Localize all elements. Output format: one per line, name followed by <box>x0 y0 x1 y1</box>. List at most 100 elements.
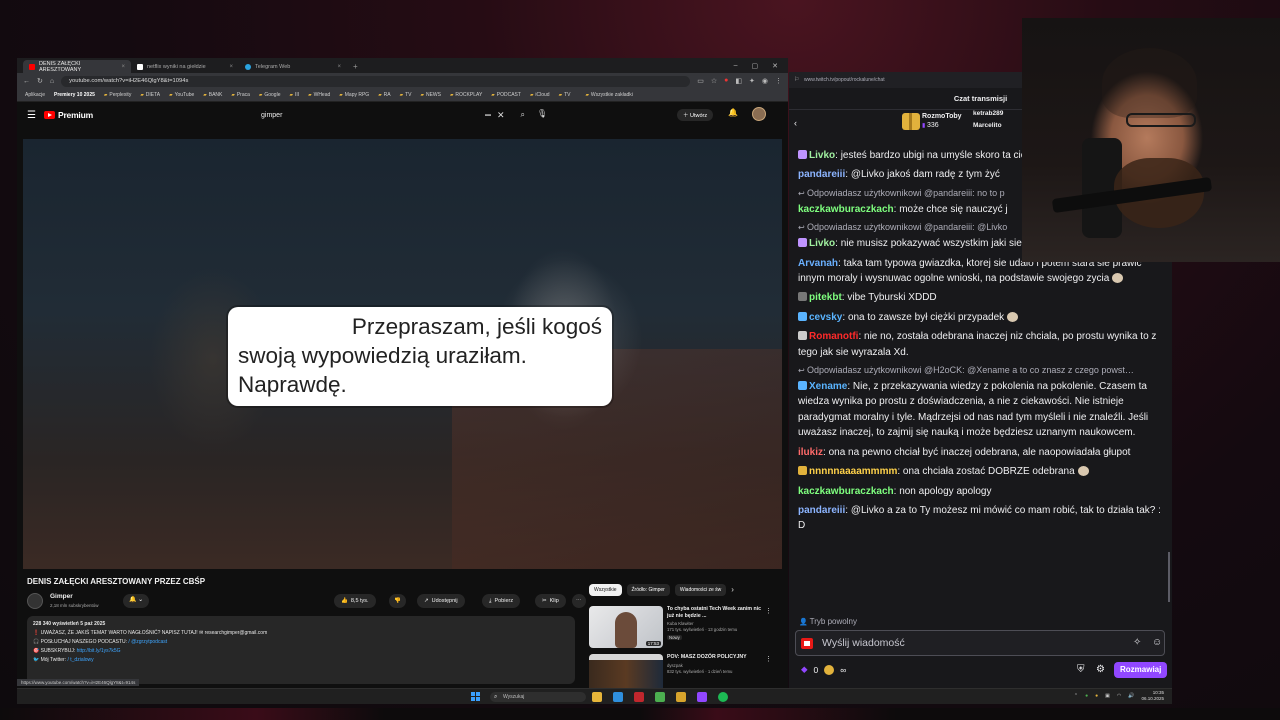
microphone-icon[interactable]: 🎙 <box>537 109 547 118</box>
channel-badge-icon[interactable] <box>801 638 813 649</box>
subscribed-bell-button[interactable]: 🔔 ⌄ <box>123 594 150 608</box>
taskbar-search[interactable]: Wyszukaj <box>490 692 586 702</box>
chat-username[interactable]: pitekbt <box>809 292 842 303</box>
video-thumbnail[interactable]: 17:53 <box>589 606 663 648</box>
wifi-icon[interactable]: ◠ <box>1117 693 1121 699</box>
chat-message[interactable]: pandareiii: @Livko a za to Ty możesz mi … <box>798 503 1164 534</box>
user-badge-icon[interactable] <box>798 150 807 159</box>
bookmark-item[interactable]: Aplikacje <box>25 92 45 98</box>
search-input[interactable]: gimper ▬ ✕ ⌕ <box>255 107 525 123</box>
chat-send-button[interactable]: Rozmawiaj <box>1114 662 1168 678</box>
user-badge-icon[interactable] <box>798 292 807 302</box>
chat-scrollbar[interactable] <box>1168 552 1170 602</box>
emote-picker-icon[interactable]: ☺ <box>1152 637 1162 648</box>
chat-username[interactable]: cevsky <box>809 312 842 323</box>
home-icon[interactable]: ⌂ <box>50 78 54 85</box>
app-icon[interactable] <box>676 692 686 702</box>
refresh-icon[interactable]: ↻ <box>37 77 43 85</box>
channel-avatar[interactable] <box>27 593 43 609</box>
podcast-link[interactable]: / @zgrzytpodcast <box>128 639 167 645</box>
chat-username[interactable]: kaczkawburaczkach <box>798 204 894 215</box>
download-button[interactable]: ⤓ Pobierz <box>482 594 521 608</box>
chat-message[interactable]: kaczkawburaczkach: non apology apology <box>798 484 1164 499</box>
cast-icon[interactable]: ▭ <box>697 77 704 85</box>
bookmark-item[interactable]: YouTube <box>169 92 195 98</box>
new-tab-button[interactable]: + <box>347 60 364 73</box>
puzzle-icon[interactable]: ✦ <box>749 77 755 85</box>
shield-icon[interactable]: ⛨ <box>1077 664 1085 675</box>
gift-user[interactable]: ketrab289 <box>973 110 1003 117</box>
chip-source[interactable]: Źródło: Gimper <box>626 584 670 596</box>
chat-message-input[interactable]: Wyślij wiadomość ✧ ☺ <box>795 630 1165 656</box>
search-icon[interactable]: ⌕ <box>521 110 525 120</box>
chat-username[interactable]: Xename <box>809 381 847 392</box>
notifications-icon[interactable]: 🔔 <box>728 108 738 117</box>
bookmark-item[interactable]: Perplexity <box>104 92 131 98</box>
bookmark-item[interactable]: Premiery 10 2025 <box>54 92 95 98</box>
bookmark-item[interactable]: III <box>289 92 299 98</box>
app-icon[interactable] <box>634 692 644 702</box>
user-badge-icon[interactable] <box>798 381 807 391</box>
tray-chevron-icon[interactable]: ⌃ <box>1074 693 1078 699</box>
chevron-left-icon[interactable]: ‹ <box>794 118 797 128</box>
bookmark-item[interactable]: BANK <box>203 92 223 98</box>
maximize-icon[interactable]: ▢ <box>752 62 759 70</box>
close-tab-icon[interactable]: × <box>121 64 125 70</box>
chip-news[interactable]: Wiadomości ze św <box>674 584 727 596</box>
chat-username[interactable]: pandareiii <box>798 169 845 180</box>
app-icon[interactable] <box>697 692 707 702</box>
chat-message[interactable]: Romanotfi: nie no, została odebrana inac… <box>798 329 1164 360</box>
profile-icon[interactable]: ◉ <box>762 77 768 85</box>
chat-username[interactable]: nnnnnaaaammmm <box>809 466 897 477</box>
spotify-icon[interactable] <box>718 692 728 702</box>
edge-icon[interactable] <box>613 692 623 702</box>
extension-icon[interactable]: ● <box>724 77 728 85</box>
more-options-icon[interactable]: ⋮ <box>765 607 772 615</box>
recommendation-item[interactable]: 17:53 To chyba ostatni Tech Week zanim n… <box>589 606 774 650</box>
minimize-icon[interactable]: – <box>734 62 738 70</box>
tab-netflix[interactable]: netflix wyniki na giełdzie × <box>131 60 239 73</box>
chat-username[interactable]: Arvanah <box>798 258 838 269</box>
bookmark-item[interactable]: TV <box>400 92 411 98</box>
video-description[interactable]: 228 340 wyświetleń 5 paź 2025 ❗ UWAŻASZ,… <box>27 616 575 684</box>
chat-message[interactable]: ilukiz: ona na pewno chciał być inaczej … <box>798 445 1164 460</box>
bookmark-item[interactable]: RA <box>378 92 391 98</box>
bookmark-item[interactable]: ROCKPLAY <box>450 92 482 98</box>
recommendation-item[interactable]: POV: MASZ DOZÓR POLICYJNY dyszpak 832 tys… <box>589 654 774 688</box>
chat-username[interactable]: ilukiz <box>798 447 823 458</box>
chat-username[interactable]: Livko <box>809 238 835 249</box>
explorer-icon[interactable] <box>592 692 602 702</box>
create-button[interactable]: ＋ Utwórz <box>677 109 714 121</box>
chat-username[interactable]: Romanotfi <box>809 331 858 342</box>
youtube-logo[interactable]: Premium <box>43 110 93 120</box>
subscribe-link[interactable]: http://bit.ly/1ys7k5G <box>77 648 121 654</box>
chat-username[interactable]: kaczkawburaczkach <box>798 486 894 497</box>
more-actions-button[interactable]: ⋯ <box>572 594 586 608</box>
menu-dots-icon[interactable]: ⋮ <box>775 77 782 85</box>
chat-username[interactable]: Livko <box>809 150 835 161</box>
menu-icon[interactable]: ☰ <box>27 110 36 121</box>
bookmark-star-icon[interactable]: ☆ <box>711 77 717 85</box>
chat-username[interactable]: pandareiii <box>798 505 845 516</box>
chat-reply-context[interactable]: Odpowiadasz użytkownikowi @H2oCK: @Xenam… <box>798 364 1164 377</box>
user-badge-icon[interactable] <box>798 331 807 341</box>
windows-start-icon[interactable] <box>471 692 481 702</box>
keyboard-icon[interactable]: ▬ <box>485 112 491 118</box>
avatar[interactable] <box>752 107 766 121</box>
bookmark-item[interactable]: Google <box>259 92 280 98</box>
chevron-right-icon[interactable]: › <box>731 584 734 596</box>
user-badge-icon[interactable] <box>798 238 807 248</box>
channel-points[interactable]: ◆ 0 ∞ <box>801 664 846 675</box>
chrome-icon[interactable] <box>655 692 665 702</box>
extension-icon[interactable]: ◧ <box>735 77 742 85</box>
video-player[interactable]: Przepraszam, jeśli kogoś swoją wypowiedz… <box>23 139 782 569</box>
bookmark-item[interactable]: NEWS <box>420 92 441 98</box>
twitter-link[interactable]: / t_dzialowy <box>67 657 93 663</box>
bookmark-item[interactable]: iCloud <box>530 92 549 98</box>
like-button[interactable]: 👍 8,5 tys. <box>334 594 376 608</box>
bookmark-item[interactable]: DIETA <box>140 92 160 98</box>
bookmark-item[interactable]: Praca <box>231 92 250 98</box>
chip-all[interactable]: Wszystkie <box>589 584 622 596</box>
gift-user[interactable]: RozmoToby <box>922 113 962 120</box>
tray-app-icon[interactable]: ● <box>1085 693 1088 699</box>
